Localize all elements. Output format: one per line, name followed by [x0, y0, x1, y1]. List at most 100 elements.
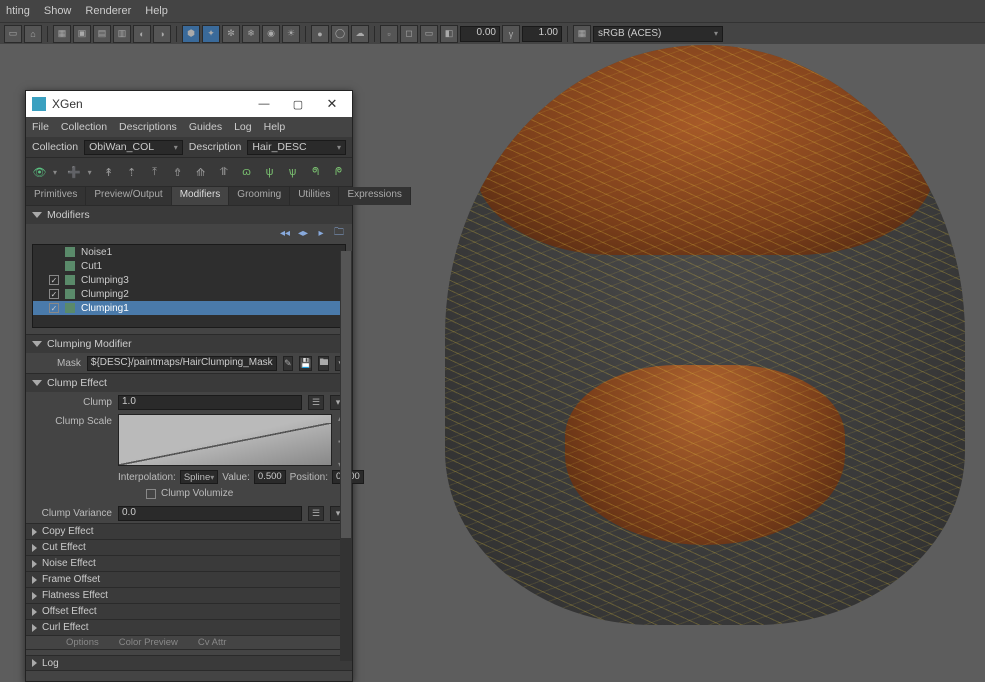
tab-modifiers[interactable]: Modifiers: [172, 187, 230, 205]
tool-icon-1[interactable]: ↟: [99, 162, 118, 182]
modifier-folder-icon[interactable]: 🗀: [332, 226, 346, 240]
clump-expr-icon[interactable]: ☰: [308, 395, 324, 410]
grass-icon-1[interactable]: ɷ: [237, 162, 256, 182]
tool-icon-2[interactable]: ⇡: [122, 162, 141, 182]
modifier-row-noise1[interactable]: Noise1: [33, 245, 345, 259]
toolbar-grid-icon[interactable]: ▦: [53, 25, 71, 43]
toolbar-sphere2-icon[interactable]: ◯: [331, 25, 349, 43]
scrollbar-thumb[interactable]: [341, 251, 351, 538]
toolbar-bulb-icon[interactable]: ◉: [262, 25, 280, 43]
dropdown-arrow-icon[interactable]: ▾: [88, 168, 96, 177]
toolbar-gamma-icon[interactable]: γ: [502, 25, 520, 43]
log-section[interactable]: Log: [26, 655, 352, 671]
clumping-section-header[interactable]: Clumping Modifier: [26, 335, 352, 353]
grass-icon-3[interactable]: ѱ: [283, 162, 302, 182]
xgen-menu-descriptions[interactable]: Descriptions: [119, 121, 177, 133]
modifiers-section-header[interactable]: Modifiers: [26, 206, 352, 224]
cut-effect-section[interactable]: Cut Effect: [26, 539, 352, 555]
menu-renderer[interactable]: Renderer: [85, 5, 131, 17]
toolbar-isolate-icon[interactable]: ⬢: [182, 25, 200, 43]
mask-save-icon[interactable]: 💾: [299, 356, 312, 371]
tab-grooming[interactable]: Grooming: [229, 187, 290, 205]
noise-effect-section[interactable]: Noise Effect: [26, 555, 352, 571]
modifier-checkbox[interactable]: [49, 275, 59, 285]
xgen-menu-collection[interactable]: Collection: [61, 121, 107, 133]
clump-effect-header[interactable]: Clump Effect: [26, 374, 352, 392]
modifier-prev-icon[interactable]: ◂◂: [278, 226, 292, 240]
modifier-checkbox[interactable]: [49, 289, 59, 299]
clump-input[interactable]: 1.0: [118, 395, 302, 410]
toolbar-shaded-icon[interactable]: ▤: [93, 25, 111, 43]
tab-utilities[interactable]: Utilities: [290, 187, 339, 205]
tool-icon-5[interactable]: ⟰: [191, 162, 210, 182]
toolbar-light-icon[interactable]: ◐: [133, 25, 151, 43]
clump-variance-input[interactable]: 0.0: [118, 506, 302, 521]
toolbar-gamma-input[interactable]: 1.00: [522, 26, 562, 42]
footer-color-preview-label[interactable]: Color Preview: [119, 637, 178, 648]
colorspace-dropdown[interactable]: sRGB (ACES): [593, 26, 723, 42]
grass-icon-4[interactable]: ᖗ: [306, 162, 325, 182]
interp-dropdown[interactable]: Spline: [180, 470, 218, 484]
toolbar-screen4-icon[interactable]: ◧: [440, 25, 458, 43]
xgen-scrollbar-vertical[interactable]: [340, 251, 352, 661]
modifier-row-cut1[interactable]: Cut1: [33, 259, 345, 273]
close-button[interactable]: ✕: [318, 94, 346, 114]
clump-scale-curve[interactable]: [118, 414, 332, 466]
visibility-icon[interactable]: 👁: [30, 162, 49, 182]
tab-expressions[interactable]: Expressions: [339, 187, 410, 205]
collection-dropdown[interactable]: ObiWan_COL: [84, 140, 183, 155]
toolbar-cloud-icon[interactable]: ☁: [351, 25, 369, 43]
toolbar-screen1-icon[interactable]: ▫: [380, 25, 398, 43]
toolbar-wireframe-icon[interactable]: ▣: [73, 25, 91, 43]
flatness-effect-section[interactable]: Flatness Effect: [26, 587, 352, 603]
xgen-titlebar[interactable]: XGen — ▢ ✕: [26, 91, 352, 117]
toolbar-textured-icon[interactable]: ▥: [113, 25, 131, 43]
toolbar-color-icon[interactable]: ▦: [573, 25, 591, 43]
toolbar-sphere-icon[interactable]: ●: [311, 25, 329, 43]
toolbar-screen3-icon[interactable]: ▭: [420, 25, 438, 43]
tab-preview[interactable]: Preview/Output: [86, 187, 171, 205]
toolbar-snow-icon[interactable]: ❄: [242, 25, 260, 43]
grass-icon-5[interactable]: ᖘ: [329, 162, 348, 182]
toolbar-gear-icon[interactable]: ✼: [222, 25, 240, 43]
mask-edit-icon[interactable]: ✎: [283, 356, 294, 371]
grass-icon-2[interactable]: ψ: [260, 162, 279, 182]
dropdown-arrow-icon[interactable]: ▾: [53, 168, 61, 177]
clump-volumize-checkbox[interactable]: [146, 489, 156, 499]
copy-effect-section[interactable]: Copy Effect: [26, 523, 352, 539]
toolbar-shadow-icon[interactable]: ◑: [153, 25, 171, 43]
value-input[interactable]: 0.500: [254, 470, 286, 484]
toolbar-sun-icon[interactable]: ☀: [282, 25, 300, 43]
modifier-row-clumping1[interactable]: Clumping1: [33, 301, 345, 315]
description-dropdown[interactable]: Hair_DESC: [247, 140, 346, 155]
mask-folder-icon[interactable]: 🖿: [318, 356, 329, 371]
modifier-next-icon[interactable]: ▸: [314, 226, 328, 240]
tool-icon-4[interactable]: ⇮: [168, 162, 187, 182]
footer-cvattr-label[interactable]: Cv Attr: [198, 637, 227, 648]
offset-effect-section[interactable]: Offset Effect: [26, 603, 352, 619]
variance-expr-icon[interactable]: ☰: [308, 506, 324, 521]
toolbar-exposure-input[interactable]: 0.00: [460, 26, 500, 42]
toolbar-xray-icon[interactable]: ✦: [202, 25, 220, 43]
minimize-button[interactable]: —: [250, 94, 278, 114]
modifier-row-clumping2[interactable]: Clumping2: [33, 287, 345, 301]
tool-icon-3[interactable]: ⤒: [145, 162, 164, 182]
menu-show[interactable]: Show: [44, 5, 72, 17]
modifier-play-icon[interactable]: ◂▸: [296, 226, 310, 240]
xgen-menu-file[interactable]: File: [32, 121, 49, 133]
menu-lighting[interactable]: hting: [6, 5, 30, 17]
toolbar-camera-icon[interactable]: ⌂: [24, 25, 42, 43]
add-description-icon[interactable]: ➕: [65, 162, 84, 182]
toolbar-screen2-icon[interactable]: ◻: [400, 25, 418, 43]
footer-options-label[interactable]: Options: [66, 637, 99, 648]
xgen-menu-guides[interactable]: Guides: [189, 121, 222, 133]
xgen-menu-help[interactable]: Help: [264, 121, 286, 133]
frame-offset-section[interactable]: Frame Offset: [26, 571, 352, 587]
maximize-button[interactable]: ▢: [284, 94, 312, 114]
modifier-row-clumping3[interactable]: Clumping3: [33, 273, 345, 287]
tool-icon-6[interactable]: ⥣: [214, 162, 233, 182]
xgen-menu-log[interactable]: Log: [234, 121, 252, 133]
menu-help[interactable]: Help: [145, 5, 168, 17]
tab-primitives[interactable]: Primitives: [26, 187, 86, 205]
modifier-checkbox[interactable]: [49, 303, 59, 313]
